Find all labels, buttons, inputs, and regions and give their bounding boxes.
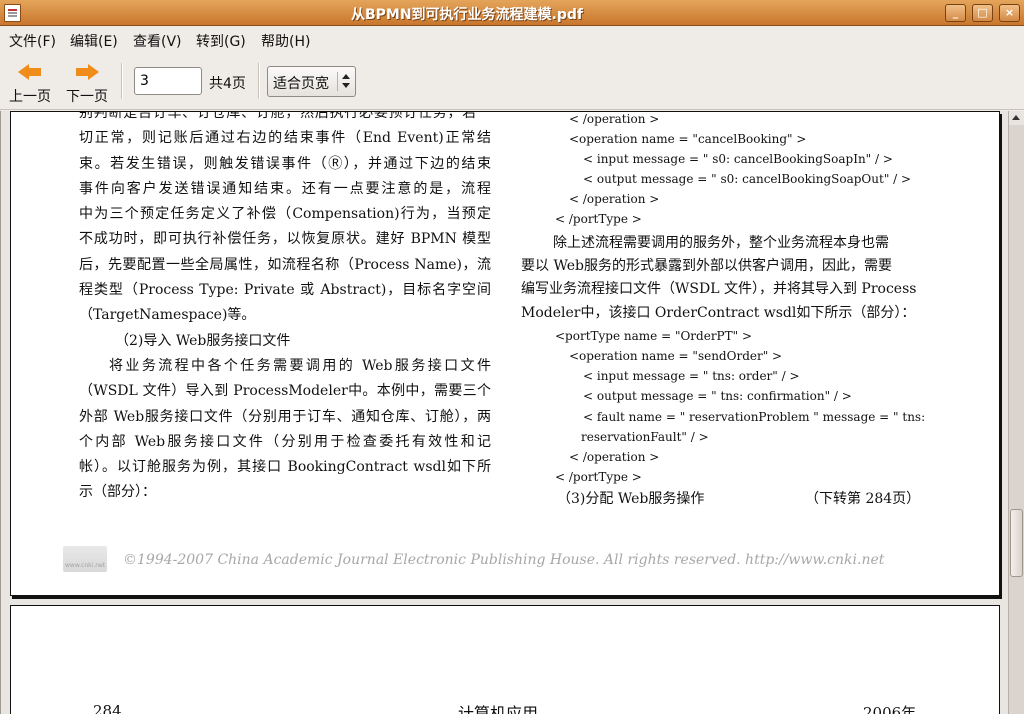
next-page-button[interactable]: 下一页 [61, 61, 113, 107]
paragraph-line: 不成功时，即可执行补偿任务，以恢复原状。建好 BPMN 模型 [79, 231, 491, 248]
maximize-button[interactable]: □ [972, 4, 993, 22]
menu-bar: 文件(F) 编辑(E) 查看(V) 转到(G) 帮助(H) [0, 27, 1024, 53]
paragraph-line: 束。若发生错误，则触发错误事件（Ⓡ），并通过下边的结束 [79, 155, 491, 172]
scrollbar-thumb[interactable] [1010, 509, 1023, 577]
code-line: < fault name = " reservationProblem " me… [583, 409, 926, 424]
journal-name: 计算机应用 [458, 704, 539, 714]
paragraph-line: 中为三个预定任务定义了补偿（Compensation)行为，当预定 [79, 206, 491, 223]
spin-arrows-icon [342, 74, 350, 89]
toolbar: 上一页 下一页 共4页 适合页宽 [0, 53, 1024, 110]
paragraph-line: 个内部 Web服务接口文件（分别用于检查委托有效性和记 [79, 433, 491, 450]
code-line: <portType name = "OrderPT" > [555, 329, 753, 344]
paragraph-line: （WSDL 文件）导入到 ProcessModeler中。本例中，需要三个 [79, 383, 491, 400]
zoom-select[interactable]: 适合页宽 [267, 66, 356, 97]
close-button[interactable]: × [999, 4, 1020, 22]
paragraph-line: 别判断是否订车、订仓库、订舱，然后执行必要预订任务，若一 [79, 111, 491, 121]
section-heading: （2)导入 Web服务接口文件 [115, 332, 291, 349]
page-number: 284 [93, 702, 122, 714]
page-number-input[interactable] [134, 67, 202, 95]
code-line: < output message = " s0: cancelBookingSo… [583, 172, 912, 187]
code-line: < output message = " tns: confirmation" … [583, 389, 852, 404]
toolbar-separator [121, 63, 123, 99]
code-line: <operation name = "cancelBooking" > [569, 132, 807, 147]
paragraph-line: 事件向客户发送错误通知结束。还有一点要注意的是，流程 [79, 180, 491, 197]
previous-page-button[interactable]: 上一页 [4, 61, 56, 107]
continued-note: （下转第 284页） [805, 490, 921, 507]
paragraph-line: 将业务流程中各个任务需要调用的 Web服务接口文件 [109, 357, 491, 374]
minimize-button[interactable]: _ [945, 4, 966, 22]
menu-view[interactable]: 查看(V) [133, 31, 182, 51]
menu-file[interactable]: 文件(F) [9, 31, 56, 51]
window-title: 从BPMN到可执行业务流程建模.pdf [350, 7, 584, 23]
code-line: < /portType > [555, 469, 642, 484]
journal-year: 2006年 [863, 704, 917, 714]
pdf-page-4: 284 计算机应用 2006年 [10, 605, 1000, 714]
paragraph-line: 帐）。以订舱服务为例，其接口 BookingContract wsdl如下所 [79, 459, 491, 476]
arrow-right-icon [75, 63, 99, 81]
window-titlebar[interactable]: 从BPMN到可执行业务流程建模.pdf _ □ × [0, 0, 1024, 26]
menu-help[interactable]: 帮助(H) [261, 31, 310, 51]
code-line: < input message = " s0: cancelBookingSoa… [583, 152, 893, 167]
menu-go[interactable]: 转到(G) [196, 31, 246, 51]
code-line: < /operation > [569, 192, 660, 207]
code-line: < /operation > [569, 112, 660, 126]
vertical-scrollbar[interactable] [1008, 111, 1024, 714]
arrow-left-icon [18, 63, 42, 81]
code-line: < input message = " tns: order" / > [583, 369, 800, 384]
scroll-up-icon[interactable] [1009, 111, 1024, 125]
code-line: reservationFault" / > [581, 429, 709, 444]
toolbar-separator [258, 63, 260, 99]
section-heading: （3)分配 Web服务操作 [557, 490, 705, 507]
paragraph-line: 程类型（Process Type: Private 或 Abstract)，目标… [79, 282, 491, 299]
code-line: <operation name = "sendOrder" > [569, 349, 783, 364]
right-column: < /operation > <operation name = "cancel… [521, 112, 936, 512]
code-line: < /portType > [555, 212, 642, 227]
document-viewport[interactable]: 别判断是否订车、订仓库、订舱，然后执行必要预订任务，若一 切正常，则记账后通过右… [0, 111, 1008, 714]
paragraph-line: （TargetNamespace)等。 [79, 307, 256, 324]
copyright-footer: ©1994-2007 China Academic Journal Electr… [61, 546, 884, 576]
page-total-label: 共4页 [209, 76, 246, 92]
pdf-page-3: 别判断是否订车、订仓库、订舱，然后执行必要预订任务，若一 切正常，则记账后通过右… [10, 111, 1000, 596]
zoom-select-value: 适合页宽 [273, 76, 329, 92]
zoom-select-divider [337, 72, 338, 91]
paragraph-line: 后，先要配置一些全局属性，如流程名称（Process Name)，流 [79, 256, 491, 273]
next-page-label: 下一页 [66, 89, 108, 105]
code-line: < /operation > [569, 449, 660, 464]
paragraph-line: 示（部分）： [79, 484, 156, 501]
paragraph-line: 外部 Web服务接口文件（分别用于订车、通知仓库、订舱），两 [79, 408, 491, 425]
copyright-text: ©1994-2007 China Academic Journal Electr… [123, 552, 885, 568]
menu-edit[interactable]: 编辑(E) [70, 31, 118, 51]
previous-page-label: 上一页 [9, 89, 51, 105]
paragraph-line: 编写业务流程接口文件（WSDL 文件），并将其导入到 Process [521, 281, 917, 298]
paragraph-line: 切正常，则记账后通过右边的结束事件（End Event)正常结 [79, 130, 491, 147]
paragraph-line: 除上述流程需要调用的服务外，整个业务流程本身也需 [553, 234, 889, 251]
left-column: 别判断是否订车、订仓库、订舱，然后执行必要预订任务，若一 切正常，则记账后通过右… [79, 111, 491, 506]
cnki-logo [63, 546, 107, 572]
paragraph-line: 要以 Web服务的形式暴露到外部以供客户调用，因此，需要 [521, 257, 892, 274]
paragraph-line: Modeler中，该接口 OrderContract wsdl如下所示（部分）： [521, 304, 916, 321]
